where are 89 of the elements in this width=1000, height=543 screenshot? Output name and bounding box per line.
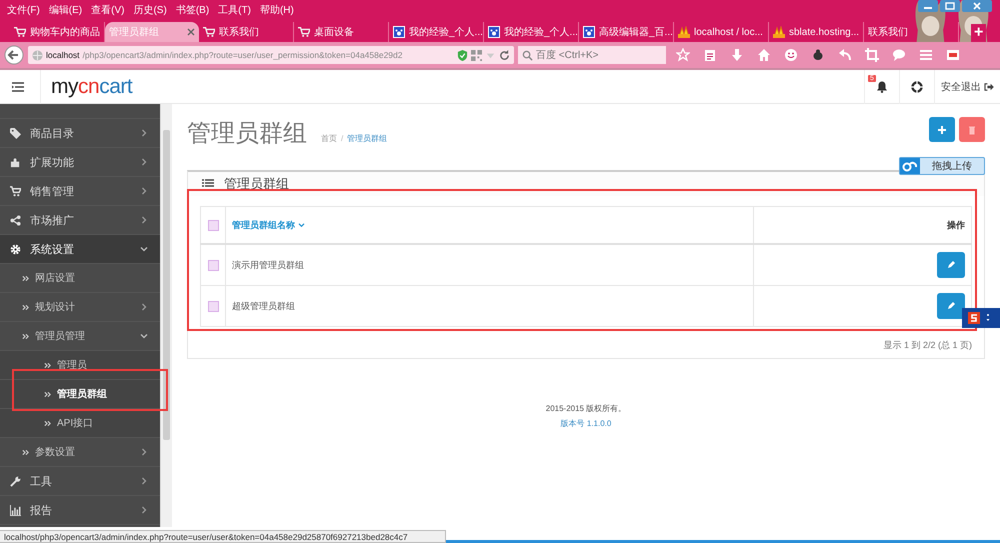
add-button[interactable] [929, 117, 955, 142]
menu-item[interactable]: 帮助(H) [258, 3, 301, 17]
double-chevron-icon [44, 362, 51, 368]
status-bar: localhost/php3/opencart3/admin/index.php?route=user/user&token=04a458e29d25870f6927213bed28c4c7 [0, 530, 446, 543]
search-field[interactable]: 百度 <Ctrl+K> [518, 46, 666, 64]
gear-icon [10, 244, 21, 254]
menu-item[interactable]: 工具(T) [216, 3, 258, 17]
undo-icon[interactable] [838, 48, 852, 62]
row-checkbox[interactable] [208, 300, 218, 312]
paw-icon [488, 26, 500, 38]
menu-item[interactable]: 编辑(E) [46, 3, 90, 17]
home-icon[interactable] [757, 48, 771, 62]
pencil-icon [946, 301, 956, 311]
scrollbar-thumb[interactable] [163, 130, 170, 440]
double-chevron-icon [22, 332, 29, 340]
smiley-icon[interactable] [784, 48, 798, 62]
minimize-button[interactable] [918, 0, 938, 12]
menu-item[interactable]: 书签(B) [174, 3, 216, 17]
cart-icon [10, 186, 21, 196]
list-icon [202, 179, 214, 189]
flame-icon [773, 26, 785, 38]
table-cell: 超级管理员群组 [226, 286, 754, 326]
input-method-toolbar[interactable] [962, 308, 1000, 328]
upload-button[interactable]: 拖拽上传 [899, 157, 985, 175]
flame-icon [678, 26, 690, 38]
menu-icon[interactable] [12, 82, 24, 92]
chat-icon[interactable] [892, 48, 906, 62]
sidebar-item[interactable]: 管理员 [0, 351, 160, 380]
menu-item[interactable]: 历史(S) [131, 3, 174, 17]
double-chevron-icon [22, 274, 29, 282]
sidebar-item[interactable]: 管理员群组 [0, 380, 160, 409]
select-all-checkbox[interactable] [208, 220, 218, 231]
column-header: 操作 [754, 206, 972, 244]
double-chevron-icon [44, 390, 51, 398]
address-bar[interactable]: localhost /php3/opencart3/admin/index.php?route=user/user_permission&token=04a458e29d2 [28, 46, 514, 64]
breadcrumb-link[interactable]: 管理员群组 [347, 133, 388, 144]
sidebar-item[interactable]: 系统设置 [0, 235, 160, 264]
back-button[interactable] [4, 45, 24, 65]
download-icon[interactable] [730, 48, 744, 62]
qr-code-icon [471, 50, 482, 60]
row-checkbox[interactable] [208, 260, 218, 271]
version-link[interactable]: 版本号 1.1.0.0 [560, 418, 612, 429]
pencil-icon [946, 260, 956, 270]
double-chevron-icon [44, 420, 51, 426]
new-tab-button[interactable]: + [971, 24, 986, 42]
double-chevron-icon [22, 448, 29, 456]
star-icon[interactable] [676, 48, 690, 62]
pagination-text: 显示 1 到 2/2 (总 1 页) [882, 339, 972, 352]
globe-icon [32, 50, 43, 60]
page-title: 管理员群组 [187, 119, 307, 149]
search-icon [522, 50, 533, 61]
logout-link[interactable]: 安全退出 [934, 70, 1000, 104]
lifebuoy-icon [911, 80, 923, 92]
share-icon [10, 214, 21, 226]
tag-icon [10, 128, 21, 138]
screen-icon[interactable] [946, 48, 960, 62]
sign-out-icon [984, 82, 994, 90]
paw-icon [583, 26, 595, 38]
maximize-button[interactable] [940, 0, 960, 12]
sort-link[interactable]: 管理员群组名称 [226, 206, 754, 244]
cart-icon [14, 26, 26, 38]
clipboard-icon[interactable] [703, 48, 717, 62]
breadcrumb-separator: / [341, 134, 344, 143]
caret-icon [298, 222, 305, 228]
copyright-text: 2015-2015 版权所有。 [546, 403, 626, 414]
table-cell: 演示用管理员群组 [226, 244, 754, 286]
bar-chart-icon [10, 504, 21, 516]
cart-icon [298, 26, 310, 38]
double-chevron-icon [22, 304, 29, 310]
plus-icon [937, 124, 947, 134]
reload-icon[interactable] [499, 50, 510, 60]
ime-logo-icon [968, 312, 980, 324]
delete-button[interactable] [959, 117, 985, 142]
sidebar-item[interactable]: API接口 [0, 409, 160, 438]
wrench-icon [10, 476, 21, 486]
bell-icon [876, 80, 888, 92]
shield-icon [457, 50, 468, 60]
puzzle-icon [10, 156, 21, 168]
close-button[interactable] [962, 0, 992, 12]
edit-button[interactable] [937, 293, 965, 319]
menu-item[interactable]: 查看(V) [89, 3, 132, 17]
menu-item[interactable]: 文件(F) [5, 3, 47, 17]
crop-icon[interactable] [865, 48, 879, 62]
breadcrumb-link[interactable]: 首页 [321, 133, 337, 144]
scrollbar[interactable] [160, 104, 172, 527]
trash-icon [967, 124, 977, 134]
close-icon[interactable] [187, 28, 195, 36]
cart-icon [203, 26, 215, 38]
paw-icon [393, 26, 405, 38]
